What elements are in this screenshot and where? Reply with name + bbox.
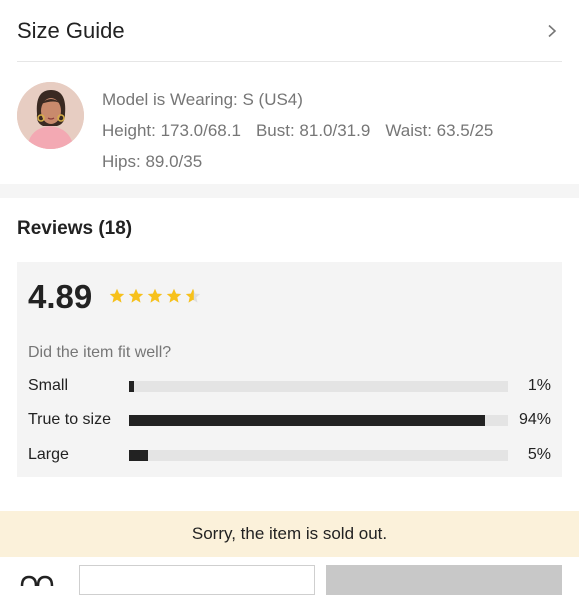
model-wearing: Model is Wearing: S (US4) (102, 90, 303, 109)
fit-row: True to size 94% (28, 408, 551, 432)
fit-bar-fill (129, 449, 148, 461)
star-full-icon (166, 288, 182, 303)
fit-percent: 1% (527, 377, 551, 394)
fit-label: Large (28, 446, 69, 463)
star-full-icon (128, 288, 144, 303)
star-rating (109, 288, 201, 304)
star-full-icon (147, 288, 163, 303)
model-avatar (17, 82, 84, 149)
fit-percent: 5% (527, 446, 551, 463)
section-separator (0, 184, 579, 198)
fit-question: Did the item fit well? (28, 344, 172, 361)
quantity-field[interactable] (79, 565, 315, 595)
model-bust: Bust: 81.0/31.9 (255, 121, 371, 140)
bottom-action-bar (0, 557, 579, 595)
rating-panel: 4.89 Did the item fit well? Small 1% True … (17, 262, 562, 477)
model-waist: Waist: 63.5/25 (385, 121, 494, 140)
rating-score: 4.89 (28, 278, 93, 315)
fit-bar-fill (129, 414, 486, 426)
star-half-icon (185, 288, 201, 303)
size-guide-row[interactable]: Size Guide (0, 0, 579, 62)
fit-label: True to size (28, 411, 111, 428)
fit-bar (129, 449, 508, 461)
fit-bar (129, 414, 508, 426)
sold-out-banner: Sorry, the item is sold out. (0, 511, 579, 557)
cart-icon[interactable] (20, 575, 54, 587)
fit-row: Large 5% (28, 443, 551, 467)
add-to-bag-button[interactable] (326, 565, 562, 595)
fit-label: Small (28, 377, 69, 394)
fit-row: Small 1% (28, 374, 551, 398)
fit-bar (129, 380, 508, 392)
size-guide-title: Size Guide (17, 18, 125, 43)
fit-percent: 94% (518, 411, 551, 428)
reviews-title: Reviews (18) (17, 218, 133, 239)
star-full-icon (109, 288, 125, 303)
chevron-right-icon (548, 24, 557, 38)
fit-bar-fill (129, 380, 134, 392)
model-height: Height: 173.0/68.1 (102, 121, 241, 140)
model-hips: Hips: 89.0/35 (102, 152, 203, 171)
model-info: Model is Wearing: S (US4) Height: 173.0/… (0, 62, 579, 184)
